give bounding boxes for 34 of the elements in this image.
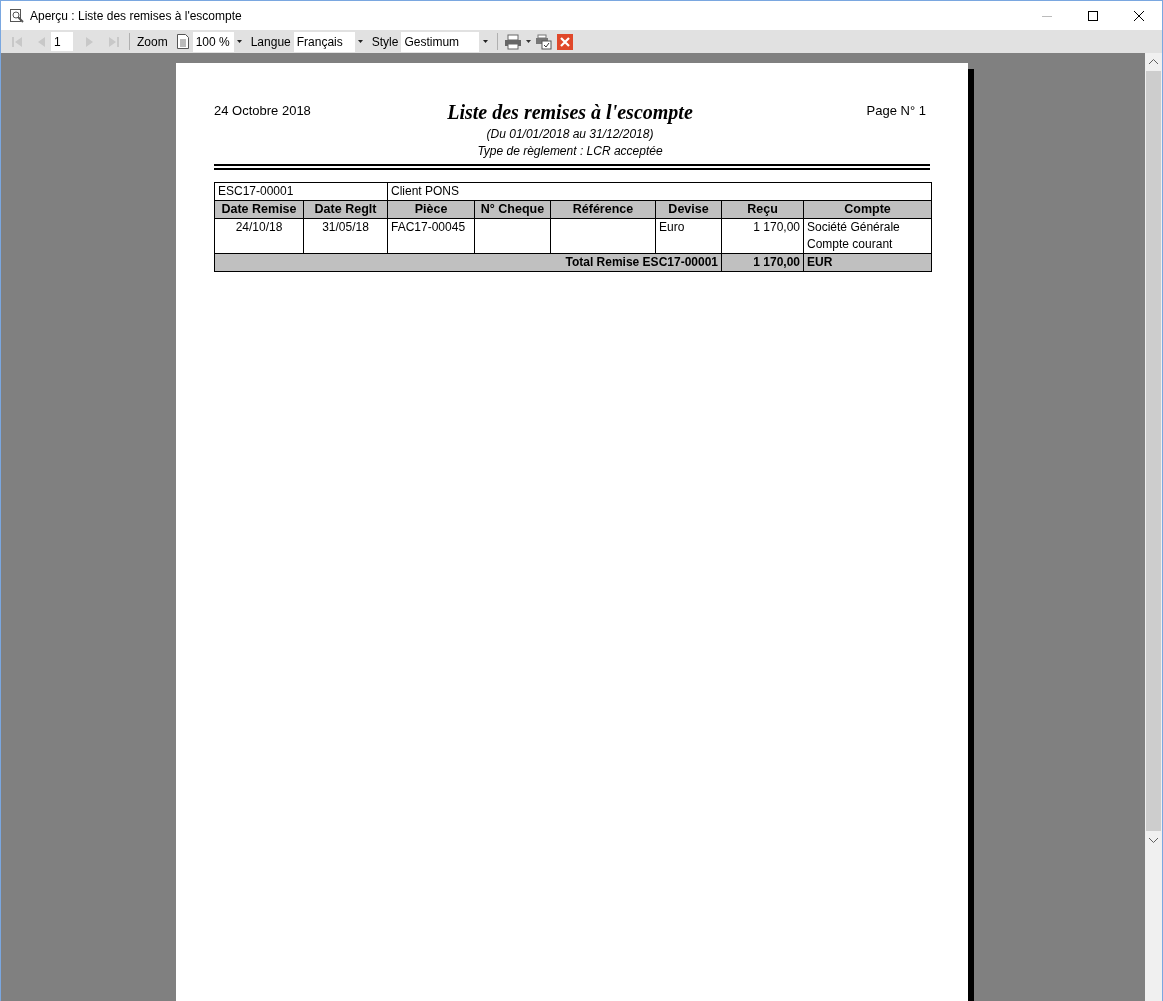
zoom-dropdown[interactable]: 100 % xyxy=(192,31,246,52)
scroll-down-icon[interactable] xyxy=(1149,837,1158,843)
table-cell: 1 170,00 xyxy=(721,218,804,254)
preview-icon xyxy=(9,7,25,24)
dropdown-arrow-icon[interactable] xyxy=(526,40,532,43)
table-cell: Société Générale Compte courant xyxy=(803,218,932,254)
scroll-up-icon[interactable] xyxy=(1149,59,1158,65)
page-number: Page N° 1 xyxy=(866,103,926,118)
style-dropdown[interactable]: Gestimum xyxy=(401,31,492,52)
scrollbar-thumb[interactable] xyxy=(1146,71,1161,831)
print-setup-icon[interactable] xyxy=(535,33,554,50)
page-icon xyxy=(176,34,189,49)
client-name: Client PONS xyxy=(387,182,932,201)
printer-icon[interactable] xyxy=(504,33,523,50)
payment-type: Type de règlement : LCR acceptée xyxy=(477,144,663,158)
zoom-label: Zoom xyxy=(137,34,168,49)
language-dropdown[interactable]: Français xyxy=(293,31,367,52)
vertical-scrollbar[interactable] xyxy=(1145,53,1162,1001)
remittance-code: ESC17-00001 xyxy=(214,182,388,201)
report-date: 24 Octobre 2018 xyxy=(214,103,311,118)
close-preview-icon[interactable] xyxy=(557,33,574,50)
table-cell: FAC17-00045 xyxy=(387,218,475,254)
table-cell: 31/05/18 xyxy=(303,218,388,254)
caret-icon[interactable] xyxy=(237,40,243,43)
caret-icon[interactable] xyxy=(358,40,364,43)
table-cell: 24/10/18 xyxy=(214,218,304,254)
caret-icon[interactable] xyxy=(482,40,488,43)
language-label: Langue xyxy=(250,34,291,49)
report-period: (Du 01/01/2018 au 31/12/2018) xyxy=(486,127,654,141)
table-cell: Euro xyxy=(655,218,722,254)
report-title: Liste des remises à l'escompte xyxy=(447,101,693,124)
window-title: Aperçu : Liste des remises à l'escompte xyxy=(30,8,242,23)
style-label: Style xyxy=(371,34,399,49)
page-field[interactable]: 1 xyxy=(51,32,73,51)
